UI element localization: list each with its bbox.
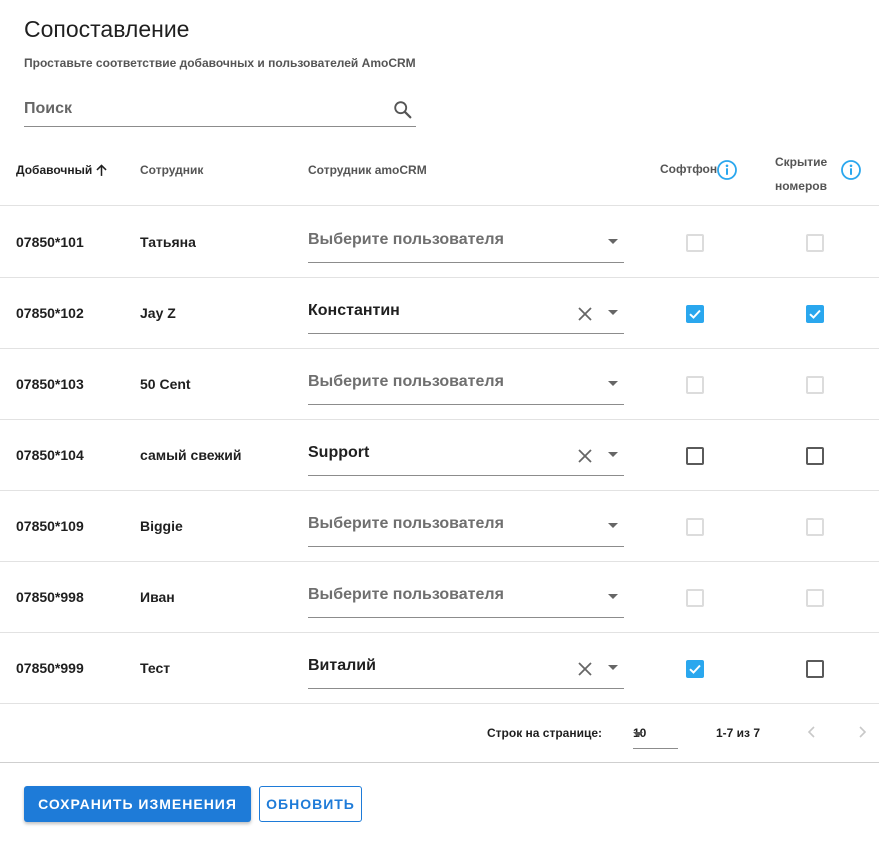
amo-user-select[interactable]: Выберите пользователя xyxy=(308,221,624,263)
employee-cell: Иван xyxy=(140,589,175,605)
extension-cell: 07850*999 xyxy=(16,660,84,676)
amo-user-select-value: Support xyxy=(308,444,370,461)
chevron-down-icon[interactable] xyxy=(608,310,618,315)
column-header-hide-line1: Скрытие xyxy=(775,155,828,169)
amo-user-select[interactable]: Выберите пользователя xyxy=(308,363,624,405)
table-row: 07850*109 Biggie Выберите пользователя xyxy=(0,491,879,562)
softphone-checkbox[interactable] xyxy=(686,518,704,536)
chevron-down-icon[interactable] xyxy=(608,452,618,457)
chevron-down-icon[interactable] xyxy=(608,239,618,244)
amo-user-select[interactable]: Виталий xyxy=(308,647,624,689)
save-button[interactable]: СОХРАНИТЬ ИЗМЕНЕНИЯ xyxy=(24,786,251,822)
hide-numbers-checkbox[interactable] xyxy=(806,660,824,678)
employee-cell: 50 Cent xyxy=(140,376,191,392)
previous-page-icon[interactable] xyxy=(804,724,820,740)
softphone-checkbox[interactable] xyxy=(686,660,704,678)
employee-cell: самый свежий xyxy=(140,447,242,463)
table-row: 07850*104 самый свежий Support xyxy=(0,420,879,491)
extension-cell: 07850*104 xyxy=(16,447,84,463)
table-header: Добавочный Сотрудник Сотрудник amoCRM Со… xyxy=(0,136,879,206)
column-header-hide-line2: номеров xyxy=(775,179,828,193)
table-row: 07850*998 Иван Выберите пользователя xyxy=(0,562,879,633)
hide-numbers-checkbox[interactable] xyxy=(806,447,824,465)
employee-cell: Biggie xyxy=(140,518,183,534)
employee-cell: Татьяна xyxy=(140,234,196,250)
employee-cell: Тест xyxy=(140,660,171,676)
chevron-down-icon[interactable] xyxy=(608,381,618,386)
column-header-employee: Сотрудник xyxy=(140,163,204,177)
extension-cell: 07850*109 xyxy=(16,518,84,534)
table-row: 07850*101 Татьяна Выберите пользователя xyxy=(0,207,879,278)
refresh-button[interactable]: ОБНОВИТЬ xyxy=(259,786,362,822)
amo-user-select[interactable]: Выберите пользователя xyxy=(308,505,624,547)
chevron-down-icon[interactable] xyxy=(608,594,618,599)
extension-cell: 07850*102 xyxy=(16,305,84,321)
page-subtitle: Проставьте соответствие добавочных и пол… xyxy=(24,56,416,70)
amo-user-select-value: Константин xyxy=(308,302,400,319)
column-header-softphone: Софтфон xyxy=(660,162,718,176)
clear-icon[interactable] xyxy=(576,447,594,465)
clear-icon[interactable] xyxy=(576,660,594,678)
chevron-down-icon[interactable] xyxy=(608,523,618,528)
softphone-checkbox[interactable] xyxy=(686,447,704,465)
softphone-checkbox[interactable] xyxy=(686,376,704,394)
hide-numbers-checkbox[interactable] xyxy=(806,234,824,252)
extension-cell: 07850*103 xyxy=(16,376,84,392)
hide-numbers-checkbox[interactable] xyxy=(806,376,824,394)
amo-user-select-value: Выберите пользователя xyxy=(308,515,504,532)
next-page-icon[interactable] xyxy=(854,724,870,740)
amo-user-select-value: Выберите пользователя xyxy=(308,231,504,248)
column-header-amo-employee: Сотрудник amoCRM xyxy=(308,163,427,177)
amo-user-select[interactable]: Support xyxy=(308,434,624,476)
amo-user-select-value: Выберите пользователя xyxy=(308,586,504,603)
chevron-down-icon[interactable] xyxy=(608,665,618,670)
column-header-hide-numbers: Скрытие номеров xyxy=(775,150,827,198)
pagination: Строк на странице: 10 1-7 из 7 xyxy=(0,704,879,763)
amo-user-select[interactable]: Константин xyxy=(308,292,624,334)
softphone-checkbox[interactable] xyxy=(686,589,704,607)
amo-user-select-value: Виталий xyxy=(308,657,376,674)
employee-cell: Jay Z xyxy=(140,305,176,321)
search-field xyxy=(24,94,416,127)
rows-per-page-select[interactable]: 10 xyxy=(633,721,678,749)
hide-numbers-info-icon[interactable] xyxy=(840,159,862,181)
hide-numbers-checkbox[interactable] xyxy=(806,518,824,536)
softphone-checkbox[interactable] xyxy=(686,305,704,323)
table-row: 07850*102 Jay Z Константин xyxy=(0,278,879,349)
column-header-extension[interactable]: Добавочный xyxy=(16,163,108,177)
amo-user-select-value: Выберите пользователя xyxy=(308,373,504,390)
pagination-range: 1-7 из 7 xyxy=(716,726,761,740)
search-icon[interactable] xyxy=(392,99,414,121)
page-title: Сопоставление xyxy=(24,16,190,42)
hide-numbers-checkbox[interactable] xyxy=(806,589,824,607)
softphone-checkbox[interactable] xyxy=(686,234,704,252)
hide-numbers-checkbox[interactable] xyxy=(806,305,824,323)
table-row: 07850*999 Тест Виталий xyxy=(0,633,879,704)
extension-cell: 07850*101 xyxy=(16,234,84,250)
sort-arrow-up-icon xyxy=(96,164,107,176)
clear-icon[interactable] xyxy=(576,305,594,323)
extension-cell: 07850*998 xyxy=(16,589,84,605)
amo-user-select[interactable]: Выберите пользователя xyxy=(308,576,624,618)
table-row: 07850*103 50 Cent Выберите пользователя xyxy=(0,349,879,420)
softphone-info-icon[interactable] xyxy=(716,159,738,181)
column-header-extension-label: Добавочный xyxy=(16,163,93,177)
chevron-down-icon[interactable] xyxy=(633,732,643,737)
search-input[interactable] xyxy=(24,94,384,124)
rows-per-page-label: Строк на странице: xyxy=(487,726,603,740)
